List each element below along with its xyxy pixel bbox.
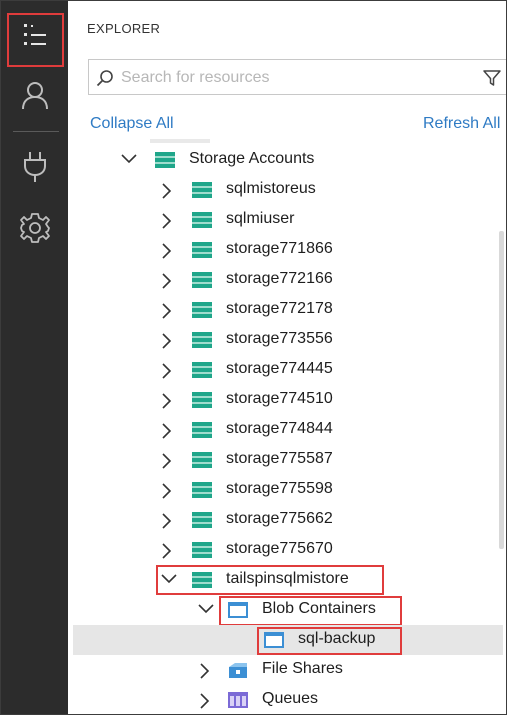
explorer-button-highlight	[7, 13, 64, 67]
tree-node-queues[interactable]: Queues	[68, 685, 506, 714]
refresh-all-link[interactable]: Refresh All	[423, 115, 500, 133]
settings-button[interactable]	[1, 203, 68, 253]
chevron-right-icon[interactable]	[160, 362, 172, 385]
chevron-right-icon[interactable]	[160, 272, 172, 295]
tree-node-storage-accounts[interactable]: Storage Accounts	[68, 145, 506, 175]
explorer-button[interactable]	[1, 9, 68, 67]
tree-node-label: storage772178	[226, 300, 333, 317]
blob-container-icon	[263, 631, 285, 654]
storage-account-icon	[191, 361, 213, 384]
tree-node-storage-account[interactable]: storage775662	[68, 505, 506, 535]
tree-node-label: Storage Accounts	[189, 150, 315, 167]
tree-node-storage-account[interactable]: sqlmiuser	[68, 205, 506, 235]
tree-node-storage-account[interactable]: storage774844	[68, 415, 506, 445]
search-icon	[96, 69, 114, 92]
tree-node-storage-account[interactable]: sqlmistoreus	[68, 175, 506, 205]
chevron-right-icon[interactable]	[160, 542, 172, 565]
connect-button[interactable]	[1, 143, 68, 191]
storage-account-icon	[191, 451, 213, 474]
tree-node-file-shares[interactable]: File Shares	[68, 655, 506, 685]
panel-title: EXPLORER	[87, 21, 161, 36]
tree-node-label: storage774844	[226, 420, 333, 437]
chevron-down-icon[interactable]	[197, 602, 215, 621]
plug-icon	[20, 150, 50, 184]
explorer-panel: EXPLORER Collapse All Refresh All	[68, 1, 506, 714]
storage-account-icon	[154, 151, 176, 174]
storage-account-icon	[191, 391, 213, 414]
queue-icon	[227, 691, 249, 714]
tree-node-label: sqlmiuser	[226, 210, 295, 227]
tree-node-label: storage775587	[226, 450, 333, 467]
storage-account-icon	[191, 571, 213, 594]
tree-node-tailspinsqlmistore[interactable]: tailspinsqlmistore	[68, 565, 506, 595]
tree-node-label: Blob Containers	[262, 600, 376, 617]
file-share-icon	[227, 661, 249, 684]
chevron-right-icon[interactable]	[160, 182, 172, 205]
storage-account-icon	[191, 181, 213, 204]
chevron-right-icon[interactable]	[160, 422, 172, 445]
tree-node-storage-account[interactable]: storage774510	[68, 385, 506, 415]
filter-icon[interactable]	[482, 68, 502, 93]
tree-node-storage-account[interactable]: storage774445	[68, 355, 506, 385]
tree-node-storage-account[interactable]: storage775598	[68, 475, 506, 505]
collapse-all-link[interactable]: Collapse All	[90, 115, 174, 133]
chevron-right-icon[interactable]	[160, 512, 172, 535]
blob-container-icon	[227, 601, 249, 624]
chevron-down-icon[interactable]	[160, 572, 178, 591]
tree-node-label: Queues	[262, 690, 319, 707]
tree-node-storage-account[interactable]: storage773556	[68, 325, 506, 355]
chevron-right-icon[interactable]	[160, 392, 172, 415]
tree-node-storage-account[interactable]: storage775587	[68, 445, 506, 475]
storage-account-icon	[191, 511, 213, 534]
chevron-right-icon[interactable]	[160, 242, 172, 265]
storage-account-icon	[191, 271, 213, 294]
storage-account-icon	[191, 241, 213, 264]
tree-node-sql-backup[interactable]: sql-backup	[73, 625, 503, 655]
tree-scroll-gap	[150, 139, 210, 143]
tree-node-label: storage774510	[226, 390, 333, 407]
account-button[interactable]	[1, 71, 68, 119]
chevron-down-icon[interactable]	[120, 152, 138, 171]
chevron-right-icon[interactable]	[160, 482, 172, 505]
tree-node-label: storage775598	[226, 480, 333, 497]
account-icon	[19, 79, 51, 111]
tree-node-label: sqlmistoreus	[226, 180, 316, 197]
activity-bar	[1, 1, 68, 714]
search-box[interactable]	[88, 59, 506, 95]
tree-node-label: storage775662	[226, 510, 333, 527]
tree-node-storage-account[interactable]: storage772166	[68, 265, 506, 295]
tree-node-storage-account[interactable]: storage772178	[68, 295, 506, 325]
tree-node-label: storage773556	[226, 330, 333, 347]
tree-node-storage-account[interactable]: storage775670	[68, 535, 506, 565]
tree-node-storage-account[interactable]: storage771866	[68, 235, 506, 265]
storage-account-icon	[191, 211, 213, 234]
tree-node-label: tailspinsqlmistore	[226, 570, 349, 587]
chevron-right-icon[interactable]	[160, 452, 172, 475]
tree-node-label: storage771866	[226, 240, 333, 257]
tree-node-label: File Shares	[262, 660, 343, 677]
storage-account-icon	[191, 421, 213, 444]
storage-account-icon	[191, 301, 213, 324]
gear-icon	[18, 211, 52, 245]
chevron-right-icon[interactable]	[198, 692, 210, 714]
tree-node-label: sql-backup	[298, 630, 376, 647]
tree-node-blob-containers[interactable]: Blob Containers	[68, 595, 506, 626]
activity-divider	[13, 131, 59, 132]
tree-node-label: storage772166	[226, 270, 333, 287]
chevron-right-icon[interactable]	[160, 302, 172, 325]
storage-account-icon	[191, 541, 213, 564]
tree-node-label: storage774445	[226, 360, 333, 377]
storage-account-icon	[191, 481, 213, 504]
search-input[interactable]	[121, 66, 461, 90]
storage-explorer-window: EXPLORER Collapse All Refresh All	[0, 0, 507, 715]
chevron-right-icon[interactable]	[160, 212, 172, 235]
tree-node-label: storage775670	[226, 540, 333, 557]
storage-account-icon	[191, 331, 213, 354]
chevron-right-icon[interactable]	[160, 332, 172, 355]
chevron-right-icon[interactable]	[198, 662, 210, 685]
